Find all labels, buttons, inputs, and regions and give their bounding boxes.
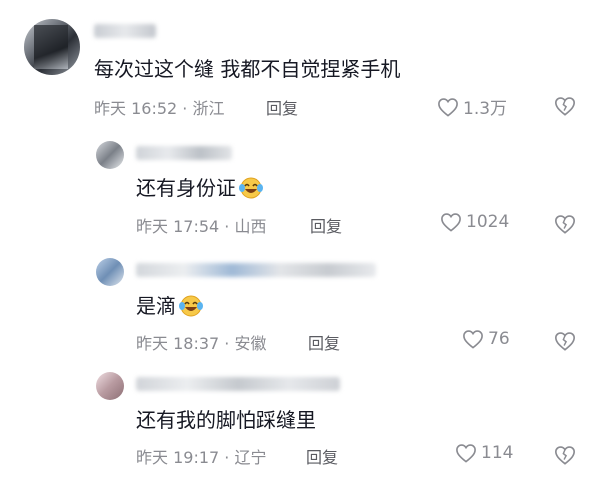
comment-time: 昨天 16:52	[94, 99, 178, 118]
username-blurred[interactable]	[136, 377, 340, 391]
like-button[interactable]: 1024	[440, 212, 509, 232]
heart-outline-icon	[463, 330, 483, 349]
like-count: 1.3万	[463, 99, 508, 119]
avatar[interactable]	[96, 372, 124, 400]
dislike-button[interactable]	[554, 330, 576, 356]
username-blurred[interactable]	[136, 263, 376, 277]
like-count: 76	[488, 329, 510, 349]
username-blurred[interactable]	[94, 24, 156, 38]
comment-time: 昨天 18:37	[136, 334, 220, 353]
crying-laughing-emoji-icon	[238, 176, 264, 205]
comment-location: · 山西	[224, 217, 267, 236]
like-count: 114	[481, 443, 514, 463]
comment-location: · 浙江	[182, 99, 225, 118]
heart-outline-icon	[438, 97, 458, 117]
comment-meta: 昨天 16:52 · 浙江	[94, 95, 224, 119]
dislike-button[interactable]	[554, 95, 576, 121]
avatar[interactable]	[24, 19, 80, 75]
heart-outline-icon	[441, 213, 461, 232]
reply-button[interactable]: 回复	[308, 330, 340, 354]
dislike-button[interactable]	[554, 213, 576, 239]
crying-laughing-emoji-icon	[178, 294, 204, 323]
like-button[interactable]: 1.3万	[437, 94, 507, 119]
like-count: 1024	[466, 212, 510, 232]
heart-outline-icon	[456, 444, 476, 463]
reply-button[interactable]: 回复	[306, 444, 338, 468]
avatar[interactable]	[96, 141, 124, 169]
reply-button[interactable]: 回复	[266, 95, 298, 119]
dislike-button[interactable]	[554, 444, 576, 470]
comment-location: · 辽宁	[224, 448, 267, 467]
comment-location: · 安徽	[224, 334, 267, 353]
avatar[interactable]	[96, 258, 124, 286]
broken-heart-icon	[555, 97, 575, 116]
comment-text: 还有身份证	[136, 172, 264, 205]
comment-meta: 昨天 19:17 · 辽宁	[136, 444, 266, 468]
comment-text: 每次过这个缝 我都不自觉捏紧手机	[94, 57, 401, 81]
broken-heart-icon	[555, 215, 575, 234]
username-blurred[interactable]	[136, 146, 232, 160]
comment-time: 昨天 17:54	[136, 217, 220, 236]
like-button[interactable]: 76	[462, 329, 510, 349]
broken-heart-icon	[555, 446, 575, 465]
comment-text: 还有我的脚怕踩缝里	[136, 408, 316, 432]
comment-meta: 昨天 17:54 · 山西	[136, 213, 266, 237]
like-button[interactable]: 114	[455, 443, 513, 463]
broken-heart-icon	[555, 332, 575, 351]
comment-time: 昨天 19:17	[136, 448, 220, 467]
comment-meta: 昨天 18:37 · 安徽	[136, 330, 266, 354]
reply-button[interactable]: 回复	[310, 213, 342, 237]
comment-text: 是滴	[136, 290, 204, 323]
